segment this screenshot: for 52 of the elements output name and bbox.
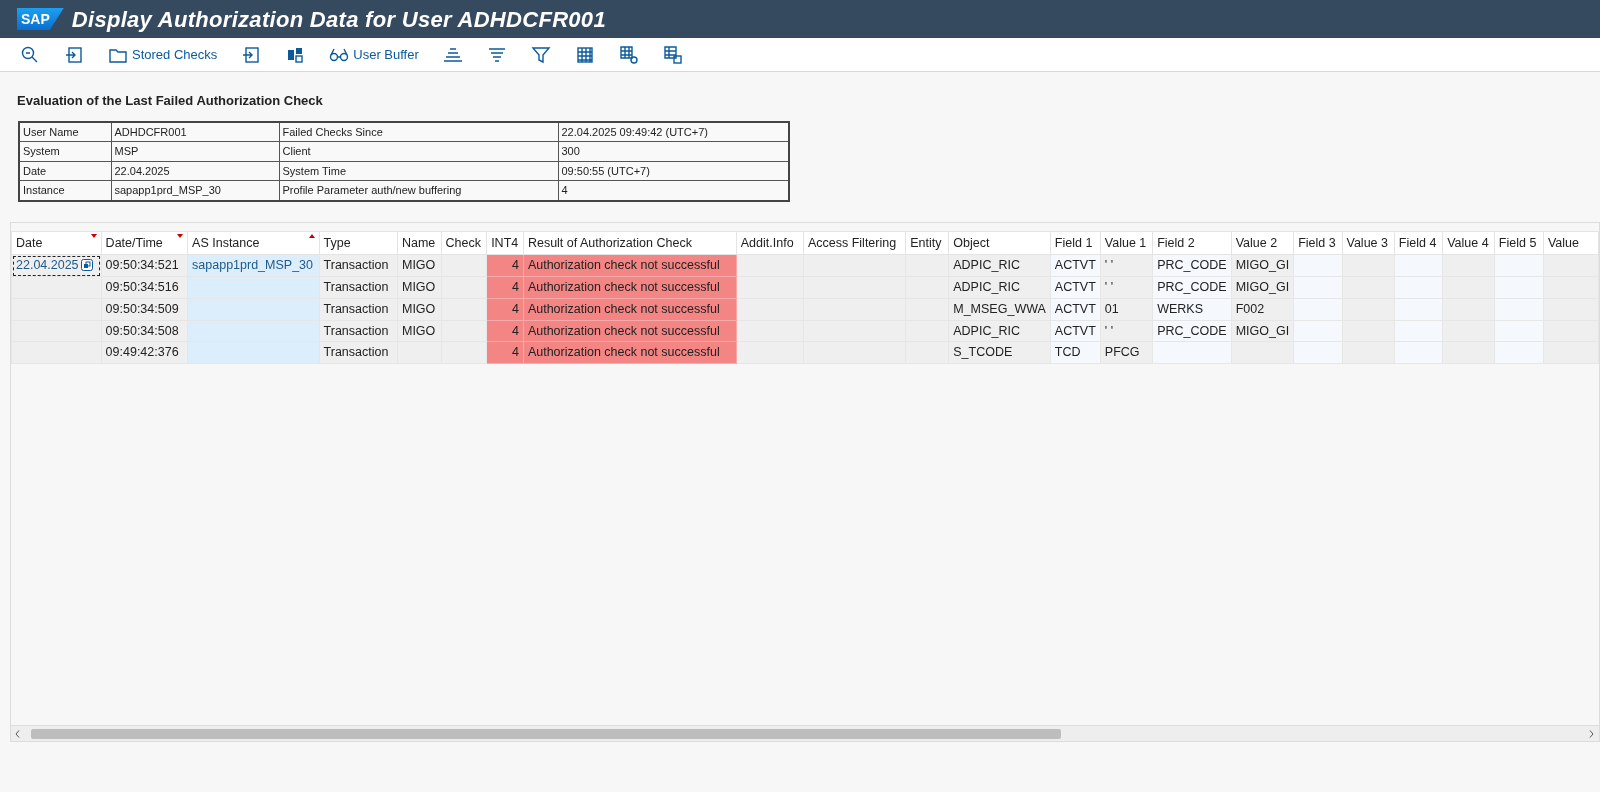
table-cell: Authorization check not successful: [523, 341, 737, 364]
scrollbar-thumb[interactable]: [31, 728, 1061, 739]
column-header[interactable]: INT4: [486, 231, 524, 255]
toolbar-button[interactable]: Stored Checks: [102, 42, 224, 67]
column-header[interactable]: Type: [319, 231, 398, 255]
filter-icon: [530, 44, 551, 65]
section-heading: Evaluation of the Last Failed Authorization Check: [17, 92, 324, 110]
column-header[interactable]: Field 2: [1152, 231, 1232, 255]
column-header[interactable]: Value: [1543, 231, 1599, 255]
column-header[interactable]: Date/Time: [101, 231, 188, 255]
column-header[interactable]: AS Instance: [187, 231, 320, 255]
toolbar-button[interactable]: User Buffer: [323, 42, 425, 67]
sap-logo: SAP: [17, 8, 64, 30]
column-header[interactable]: Value 1: [1100, 231, 1153, 255]
table-cell: Authorization check not successful: [523, 276, 737, 299]
scroll-left-icon[interactable]: [15, 729, 20, 738]
table-cell: Authorization check not successful: [523, 254, 737, 277]
table-cell: Authorization check not successful: [523, 320, 737, 342]
arrow-into-box-icon: [241, 44, 262, 65]
horizontal-scrollbar[interactable]: [11, 724, 1599, 741]
column-header[interactable]: Addit.Info: [736, 231, 804, 255]
column-header[interactable]: Value 3: [1342, 231, 1395, 255]
column-header[interactable]: Object: [948, 231, 1051, 255]
column-header[interactable]: Date: [11, 231, 102, 255]
grid-save-icon: [662, 44, 683, 65]
column-header[interactable]: Entity: [905, 231, 949, 255]
column-header[interactable]: Check: [441, 231, 487, 255]
table-cell: Authorization check not successful: [523, 298, 737, 320]
column-header[interactable]: Field 5: [1494, 231, 1544, 255]
column-header[interactable]: Field 1: [1050, 231, 1101, 255]
grid-gear-icon: [618, 44, 639, 65]
magnifier-icon: [20, 44, 40, 65]
arrow-into-box-icon: [64, 44, 84, 65]
column-header[interactable]: Result of Authorization Check: [523, 231, 737, 255]
column-header[interactable]: Field 3: [1293, 231, 1342, 255]
summary-label: Failed Checks Since: [279, 121, 558, 142]
summary-value: 22.04.2025 09:49:42 (UTC+7): [558, 121, 789, 142]
summary-label: Date: [19, 161, 111, 181]
summary-label: Instance: [19, 180, 111, 201]
column-header[interactable]: Value 4: [1442, 231, 1495, 255]
expand-icon[interactable]: [80, 259, 93, 272]
column-header[interactable]: Name: [397, 231, 442, 255]
summary-label: User Name: [19, 121, 111, 142]
summary-value: ADHDCFR001: [111, 121, 279, 142]
column-header[interactable]: Access Filtering: [803, 231, 906, 255]
window-title: Display Authorization Data for User ADHDCFR001: [71, 5, 606, 34]
table-cell: 22.04.2025: [11, 254, 102, 277]
summary-label: System: [19, 141, 111, 161]
column-header[interactable]: Value 2: [1231, 231, 1294, 255]
scroll-right-icon[interactable]: [1589, 729, 1594, 738]
grid-icon: [574, 44, 595, 65]
column-header[interactable]: Field 4: [1394, 231, 1443, 255]
